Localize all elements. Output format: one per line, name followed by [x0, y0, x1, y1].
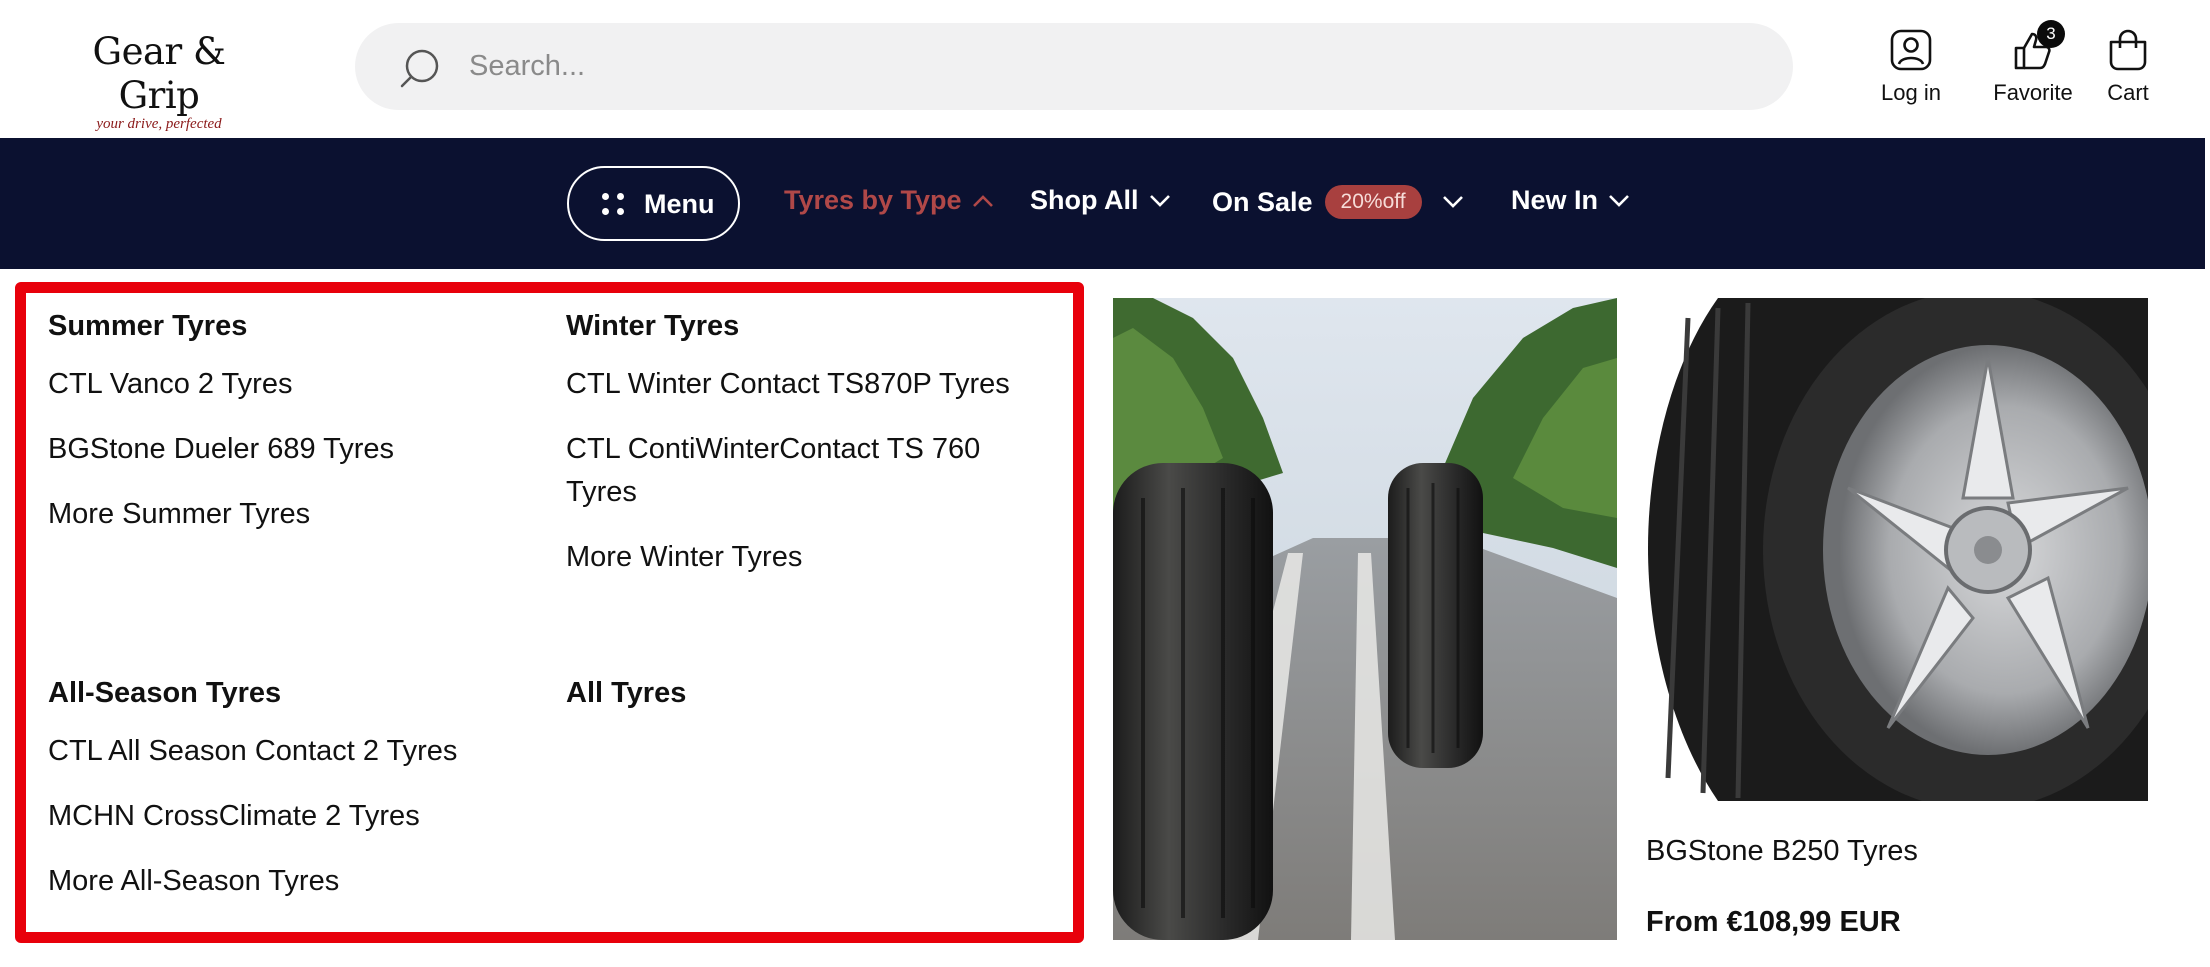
nav-tyres-by-type-label: Tyres by Type [784, 185, 962, 215]
favorite-icon-wrap: 3 [2011, 20, 2065, 72]
chevron-up-icon [972, 194, 993, 207]
all-tyres-heading[interactable]: All Tyres [566, 677, 686, 710]
chevron-down-icon [1609, 194, 1629, 207]
chevron-down-icon [1442, 196, 1463, 208]
search-icon[interactable] [398, 46, 442, 90]
nav-on-sale-label: On Sale [1212, 186, 1313, 217]
menu-link[interactable]: More Winter Tyres [566, 536, 802, 579]
winter-tyres-heading[interactable]: Winter Tyres [566, 310, 739, 343]
shopping-bag-icon [2109, 29, 2147, 71]
nav-new-in-label: New In [1511, 185, 1599, 215]
promo-image-tyres-on-road[interactable] [1113, 298, 1617, 940]
nav-shop-all-label: Shop All [1030, 185, 1139, 215]
login-label: Log in [1881, 80, 1941, 105]
cart-label: Cart [2107, 80, 2149, 105]
brand-tagline: your drive, perfected [96, 116, 222, 132]
login-button[interactable]: Log in [1868, 28, 1954, 106]
main-navigation: Menu Tyres by Type Shop All On Sale 20%o… [0, 138, 2205, 269]
search-bar[interactable] [355, 23, 1793, 110]
menu-link[interactable]: BGStone Dueler 689 Tyres [48, 428, 394, 471]
sale-badge: 20%off [1324, 185, 1422, 219]
menu-link-continued[interactable]: Tyres [566, 471, 637, 514]
tyres-mega-menu: Summer Tyres CTL Vanco 2 Tyres BGStone D… [15, 282, 1084, 943]
menu-link[interactable]: CTL ContiWinterContact TS 760 [566, 428, 980, 471]
cart-button[interactable]: Cart [2096, 28, 2160, 106]
menu-button[interactable]: Menu [567, 166, 740, 241]
nav-on-sale[interactable]: On Sale 20%off [1212, 185, 1464, 219]
summer-tyres-heading[interactable]: Summer Tyres [48, 310, 247, 343]
favorite-label: Favorite [1993, 80, 2073, 105]
menu-link[interactable]: CTL Winter Contact TS870P Tyres [566, 363, 1010, 406]
nav-shop-all[interactable]: Shop All [1030, 185, 1171, 216]
menu-link[interactable]: MCHN CrossClimate 2 Tyres [48, 795, 420, 838]
product-image-tyre[interactable] [1648, 298, 2148, 801]
brand-name: Gear & Grip [92, 30, 226, 117]
search-input[interactable] [469, 43, 1749, 89]
product-name[interactable]: BGStone B250 Tyres [1646, 835, 1918, 868]
chevron-down-icon [1149, 194, 1170, 207]
nav-tyres-by-type[interactable]: Tyres by Type [784, 185, 994, 216]
dots-grid-icon [602, 193, 624, 215]
product-price: From €108,99 EUR [1646, 906, 1901, 938]
menu-label: Menu [644, 189, 715, 219]
menu-link[interactable]: More Summer Tyres [48, 493, 310, 536]
menu-link[interactable]: CTL All Season Contact 2 Tyres [48, 730, 457, 773]
nav-new-in[interactable]: New In [1511, 185, 1630, 216]
favorite-count-badge: 3 [2037, 20, 2065, 48]
user-icon [1890, 29, 1932, 71]
site-header: Gear & Grip your drive, perfected Log in… [0, 0, 2210, 138]
brand-logo[interactable]: Gear & Grip your drive, perfected [54, 30, 264, 133]
menu-link[interactable]: More All-Season Tyres [48, 860, 339, 903]
all-season-tyres-heading[interactable]: All-Season Tyres [48, 677, 281, 710]
favorite-button[interactable]: 3 Favorite [1978, 20, 2088, 106]
menu-link[interactable]: CTL Vanco 2 Tyres [48, 363, 292, 406]
